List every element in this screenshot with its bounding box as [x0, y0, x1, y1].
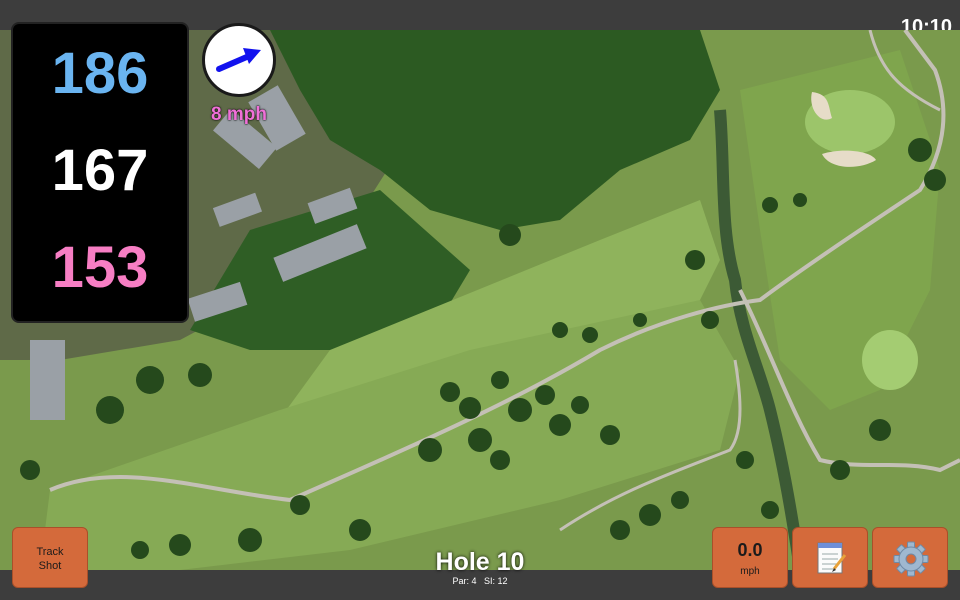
wind-arrow-icon [216, 48, 261, 72]
settings-button[interactable] [872, 527, 948, 588]
track-shot-button[interactable]: Track Shot [12, 527, 88, 588]
speed-unit: mph [740, 566, 760, 577]
distance-back: 186 [51, 41, 149, 106]
hole-stroke-index: SI: 12 [484, 576, 508, 586]
notepad-icon [817, 542, 847, 574]
distance-front: 153 [51, 235, 149, 300]
track-shot-label-line1: Track [36, 546, 64, 558]
distance-middle: 167 [51, 138, 149, 203]
speed-button[interactable]: 0.0 mph [712, 527, 788, 588]
wind-speed: 8 mph [211, 104, 267, 125]
hole-info: Par: 4 SI: 12 [380, 576, 580, 586]
hole-title: Hole 10 [435, 548, 525, 576]
scorecard-button[interactable] [792, 527, 868, 588]
wind-indicator [202, 23, 276, 97]
distance-panel: 186 167 153 [11, 22, 189, 323]
gear-icon [893, 541, 929, 577]
speed-value: 0.0 [737, 540, 763, 560]
track-shot-label-line2: Shot [38, 560, 62, 572]
map-green-lower [862, 330, 918, 390]
hole-par: Par: 4 [452, 576, 477, 586]
